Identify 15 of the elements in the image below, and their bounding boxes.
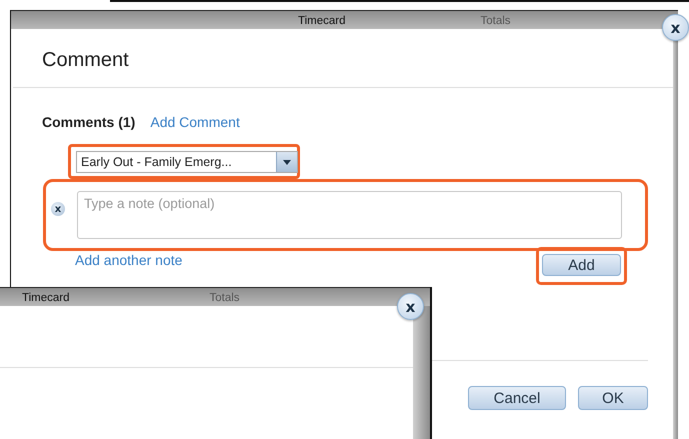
header-tab[interactable]: Timecard [298, 13, 346, 29]
cancel-button[interactable]: Cancel [468, 386, 566, 410]
dropdown-arrow-icon[interactable] [283, 160, 291, 164]
add-button[interactable]: Add [542, 254, 621, 276]
reason-dropdown[interactable]: Early Out - Family Emerg... [76, 151, 298, 173]
ok-button[interactable]: OK [578, 386, 648, 410]
dialog-title: Comment [42, 48, 129, 72]
note-field[interactable]: Type a note (optional) [77, 191, 622, 239]
add-comment-link[interactable]: Add Comment [150, 114, 240, 130]
add-another-note-link[interactable]: Add another note [75, 252, 182, 268]
remove-note-button[interactable]: x [51, 202, 65, 216]
comments-label: Comments (1) [42, 114, 136, 130]
close-button[interactable]: x [662, 14, 689, 41]
dropdown-value: Early Out - Family Emerg... [80, 154, 233, 171]
header-tab[interactable]: Timecard [22, 290, 70, 306]
